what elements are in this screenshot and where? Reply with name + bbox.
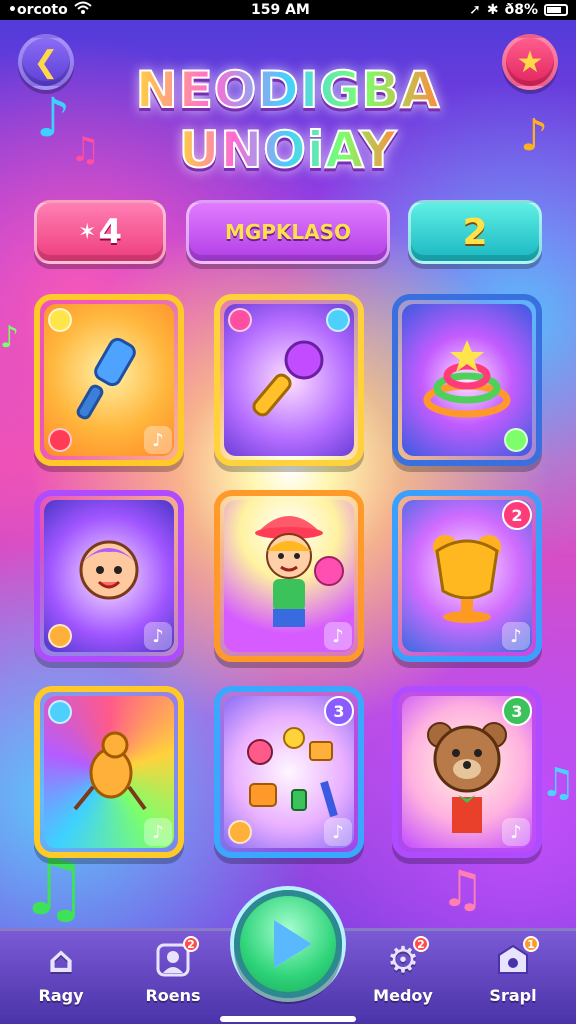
nav-label: Medoy xyxy=(373,986,433,1005)
level-card-6[interactable]: 2 ♪ xyxy=(392,490,542,662)
gem-icon xyxy=(228,308,252,332)
level-card-5[interactable]: ♪ xyxy=(214,490,364,662)
gem-icon xyxy=(504,428,528,452)
level-card-2[interactable] xyxy=(214,294,364,466)
profile-icon: 2 xyxy=(151,936,199,982)
card-badge: 3 xyxy=(324,696,354,726)
level-card-4[interactable]: ♪ xyxy=(34,490,184,662)
nav-item-home[interactable]: ⌂ Ragy xyxy=(16,938,106,1018)
music-note-icon: ♪ xyxy=(144,426,172,454)
home-indicator[interactable] xyxy=(220,1016,356,1022)
nav-item-settings[interactable]: ⚙ 2 Medoy xyxy=(358,936,448,1018)
nav-label: Ragy xyxy=(38,986,84,1005)
gem-icon xyxy=(326,308,350,332)
level-card-1[interactable]: ♪ xyxy=(34,294,184,466)
bluetooth-icon: ✱ xyxy=(486,2,499,18)
level-value: 2 xyxy=(462,211,488,253)
lives-counter[interactable]: ✶ 4 xyxy=(34,200,166,264)
nav-label: Roens xyxy=(145,986,201,1005)
music-note-icon: ♪ xyxy=(324,818,352,846)
music-note-icon: ♫ xyxy=(440,860,485,918)
music-note-icon: ♪ xyxy=(0,320,20,355)
mode-label: MGPKLASO xyxy=(224,220,352,244)
music-note-icon: ♫ xyxy=(540,760,576,806)
level-card-3[interactable] xyxy=(392,294,542,466)
music-note-icon: ♪ xyxy=(520,110,549,161)
card-badge: 3 xyxy=(502,696,532,726)
music-note-icon: ♪ xyxy=(502,622,530,650)
nav-item-profile[interactable]: 2 Roens xyxy=(128,936,218,1018)
nav-item-shop[interactable]: 1 Srapl xyxy=(468,936,558,1018)
play-icon xyxy=(274,920,312,968)
back-arrow-icon: ❮ xyxy=(33,44,59,80)
gem-icon xyxy=(48,308,72,332)
music-note-icon: ♪ xyxy=(144,818,172,846)
level-counter[interactable]: 2 xyxy=(408,200,542,264)
gem-icon xyxy=(48,624,72,648)
star-icon: ★ xyxy=(516,44,544,80)
level-card-8[interactable]: 3 ♪ xyxy=(214,686,364,858)
mode-label-pill[interactable]: MGPKLASO xyxy=(186,200,390,264)
battery-icon xyxy=(544,4,568,16)
music-note-icon: ♪ xyxy=(324,622,352,650)
settings-gear-icon: ⚙ 2 xyxy=(381,936,429,982)
notification-badge: 2 xyxy=(183,936,199,952)
wifi-icon xyxy=(74,1,92,19)
gem-icon xyxy=(228,820,252,844)
music-note-icon: ♪ xyxy=(144,622,172,650)
lives-value: 4 xyxy=(98,212,123,252)
back-button[interactable]: ❮ xyxy=(18,34,74,90)
gem-icon xyxy=(48,700,72,724)
home-icon: ⌂ xyxy=(48,939,74,981)
play-button[interactable] xyxy=(234,890,342,998)
nav-label: Srapl xyxy=(489,986,537,1005)
carrier-label: •orcoto xyxy=(8,2,68,18)
clock: 159 AM xyxy=(250,2,310,18)
level-card-7[interactable]: ♪ xyxy=(34,686,184,858)
music-note-icon: ♫ xyxy=(70,130,101,170)
logo-line-1: NEODIGBA xyxy=(135,60,441,120)
game-logo: NEODIGBA UNOiAY xyxy=(128,52,448,188)
music-note-icon: ♪ xyxy=(36,86,71,149)
notification-badge: 1 xyxy=(523,936,539,952)
gem-icon xyxy=(48,428,72,452)
location-icon: ➚ xyxy=(469,2,481,18)
sparkle-icon: ✶ xyxy=(77,219,97,245)
battery-percent: ð8% xyxy=(504,2,538,18)
notification-badge: 2 xyxy=(413,936,429,952)
card-badge: 2 xyxy=(502,500,532,530)
shop-icon: 1 xyxy=(491,936,539,982)
logo-line-2: UNOiAY xyxy=(178,120,398,180)
favorites-button[interactable]: ★ xyxy=(502,34,558,90)
music-note-icon: ♪ xyxy=(502,818,530,846)
status-bar: •orcoto 159 AM ➚ ✱ ð8% xyxy=(0,0,576,20)
level-card-9[interactable]: 3 ♪ xyxy=(392,686,542,858)
